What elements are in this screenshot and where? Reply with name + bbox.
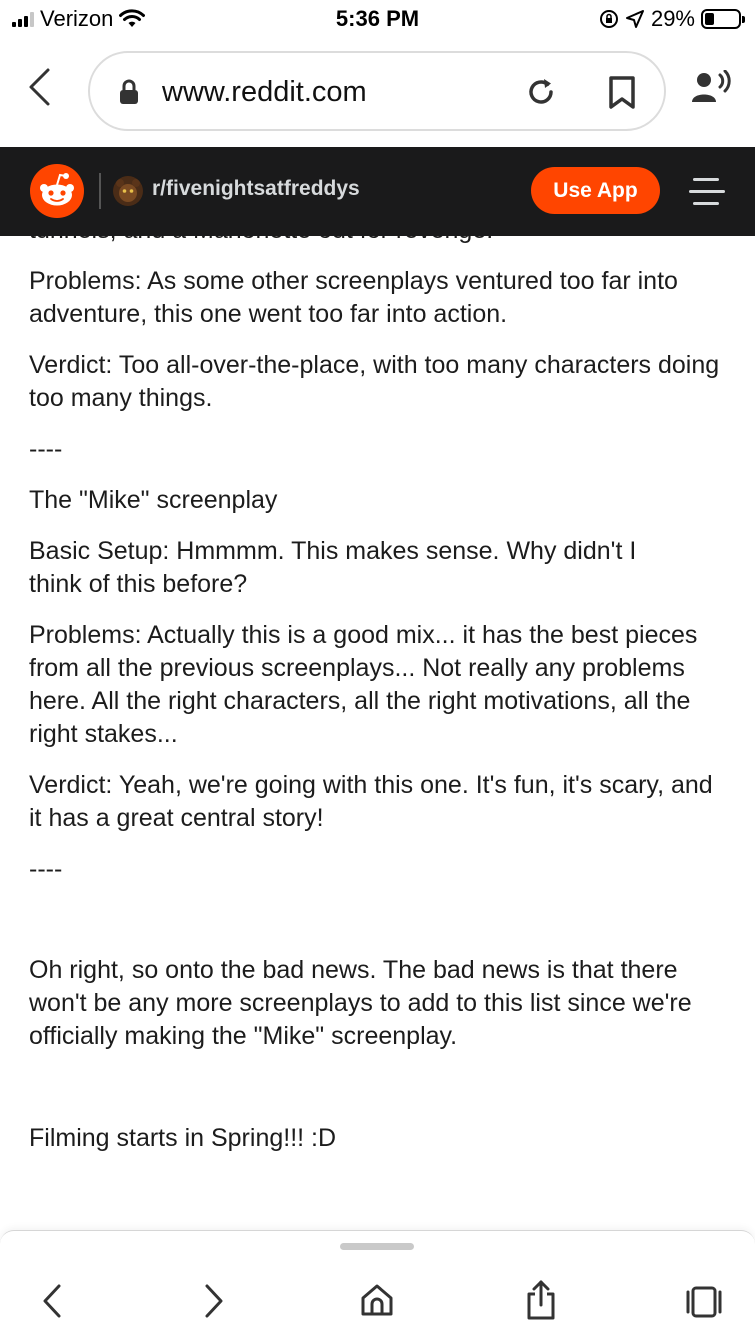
orientation-lock-icon xyxy=(599,10,618,28)
post-paragraph: Problems: Actually this is a good mix...… xyxy=(29,621,698,748)
hamburger-menu-icon[interactable] xyxy=(689,177,725,207)
drag-handle[interactable] xyxy=(340,1243,414,1250)
cellular-signal-icon xyxy=(12,11,34,27)
subreddit-avatar[interactable] xyxy=(113,176,143,206)
share-icon[interactable] xyxy=(525,1279,557,1321)
post-paragraph: Filming starts in Spring!!! :D xyxy=(29,1124,337,1152)
reader-voice-icon[interactable] xyxy=(690,70,732,104)
post-heading: The "Mike" screenplay xyxy=(29,486,278,514)
post-paragraph: Basic Setup: Hmmmm. This makes sense. Wh… xyxy=(29,537,637,598)
lock-icon xyxy=(120,79,138,104)
post-divider: ---- xyxy=(29,435,63,463)
post-paragraph: Oh right, so onto the bad news. The bad … xyxy=(29,956,692,1050)
bookmark-icon[interactable] xyxy=(608,75,636,111)
post-divider: ---- xyxy=(29,855,63,883)
status-bar: Verizon 5:36 PM 29% xyxy=(0,0,755,38)
post-paragraph: Verdict: Yeah, we're going with this one… xyxy=(29,771,713,832)
address-bar[interactable]: www.reddit.com xyxy=(88,51,666,131)
post-paragraph: Problems: As some other screenplays vent… xyxy=(29,267,678,328)
url-text[interactable]: www.reddit.com xyxy=(162,76,367,109)
reload-icon[interactable] xyxy=(524,75,558,109)
home-icon[interactable] xyxy=(360,1283,394,1317)
post-paragraph: tunnels, and a Marionette out for reveng… xyxy=(29,236,729,247)
location-icon xyxy=(625,10,644,28)
browser-address-row: www.reddit.com xyxy=(0,42,755,146)
carrier-label: Verizon xyxy=(40,6,114,31)
back-icon[interactable] xyxy=(40,1283,64,1319)
battery-icon xyxy=(701,9,745,29)
chevron-left-icon[interactable] xyxy=(26,66,52,108)
browser-toolbar xyxy=(0,1230,755,1342)
subreddit-name[interactable]: r/fivenightsatfreddys xyxy=(152,177,360,201)
post-paragraph: Verdict: Too all-over-the-place, with to… xyxy=(29,351,720,412)
header-divider xyxy=(99,173,101,209)
use-app-button[interactable]: Use App xyxy=(531,167,660,214)
wifi-icon xyxy=(119,9,146,27)
forward-icon[interactable] xyxy=(202,1283,226,1319)
battery-percent: 29% xyxy=(650,6,695,31)
tabs-icon[interactable] xyxy=(685,1285,723,1319)
reddit-logo-icon[interactable] xyxy=(30,164,84,218)
post-body: tunnels, and a Marionette out for reveng… xyxy=(0,236,755,1221)
